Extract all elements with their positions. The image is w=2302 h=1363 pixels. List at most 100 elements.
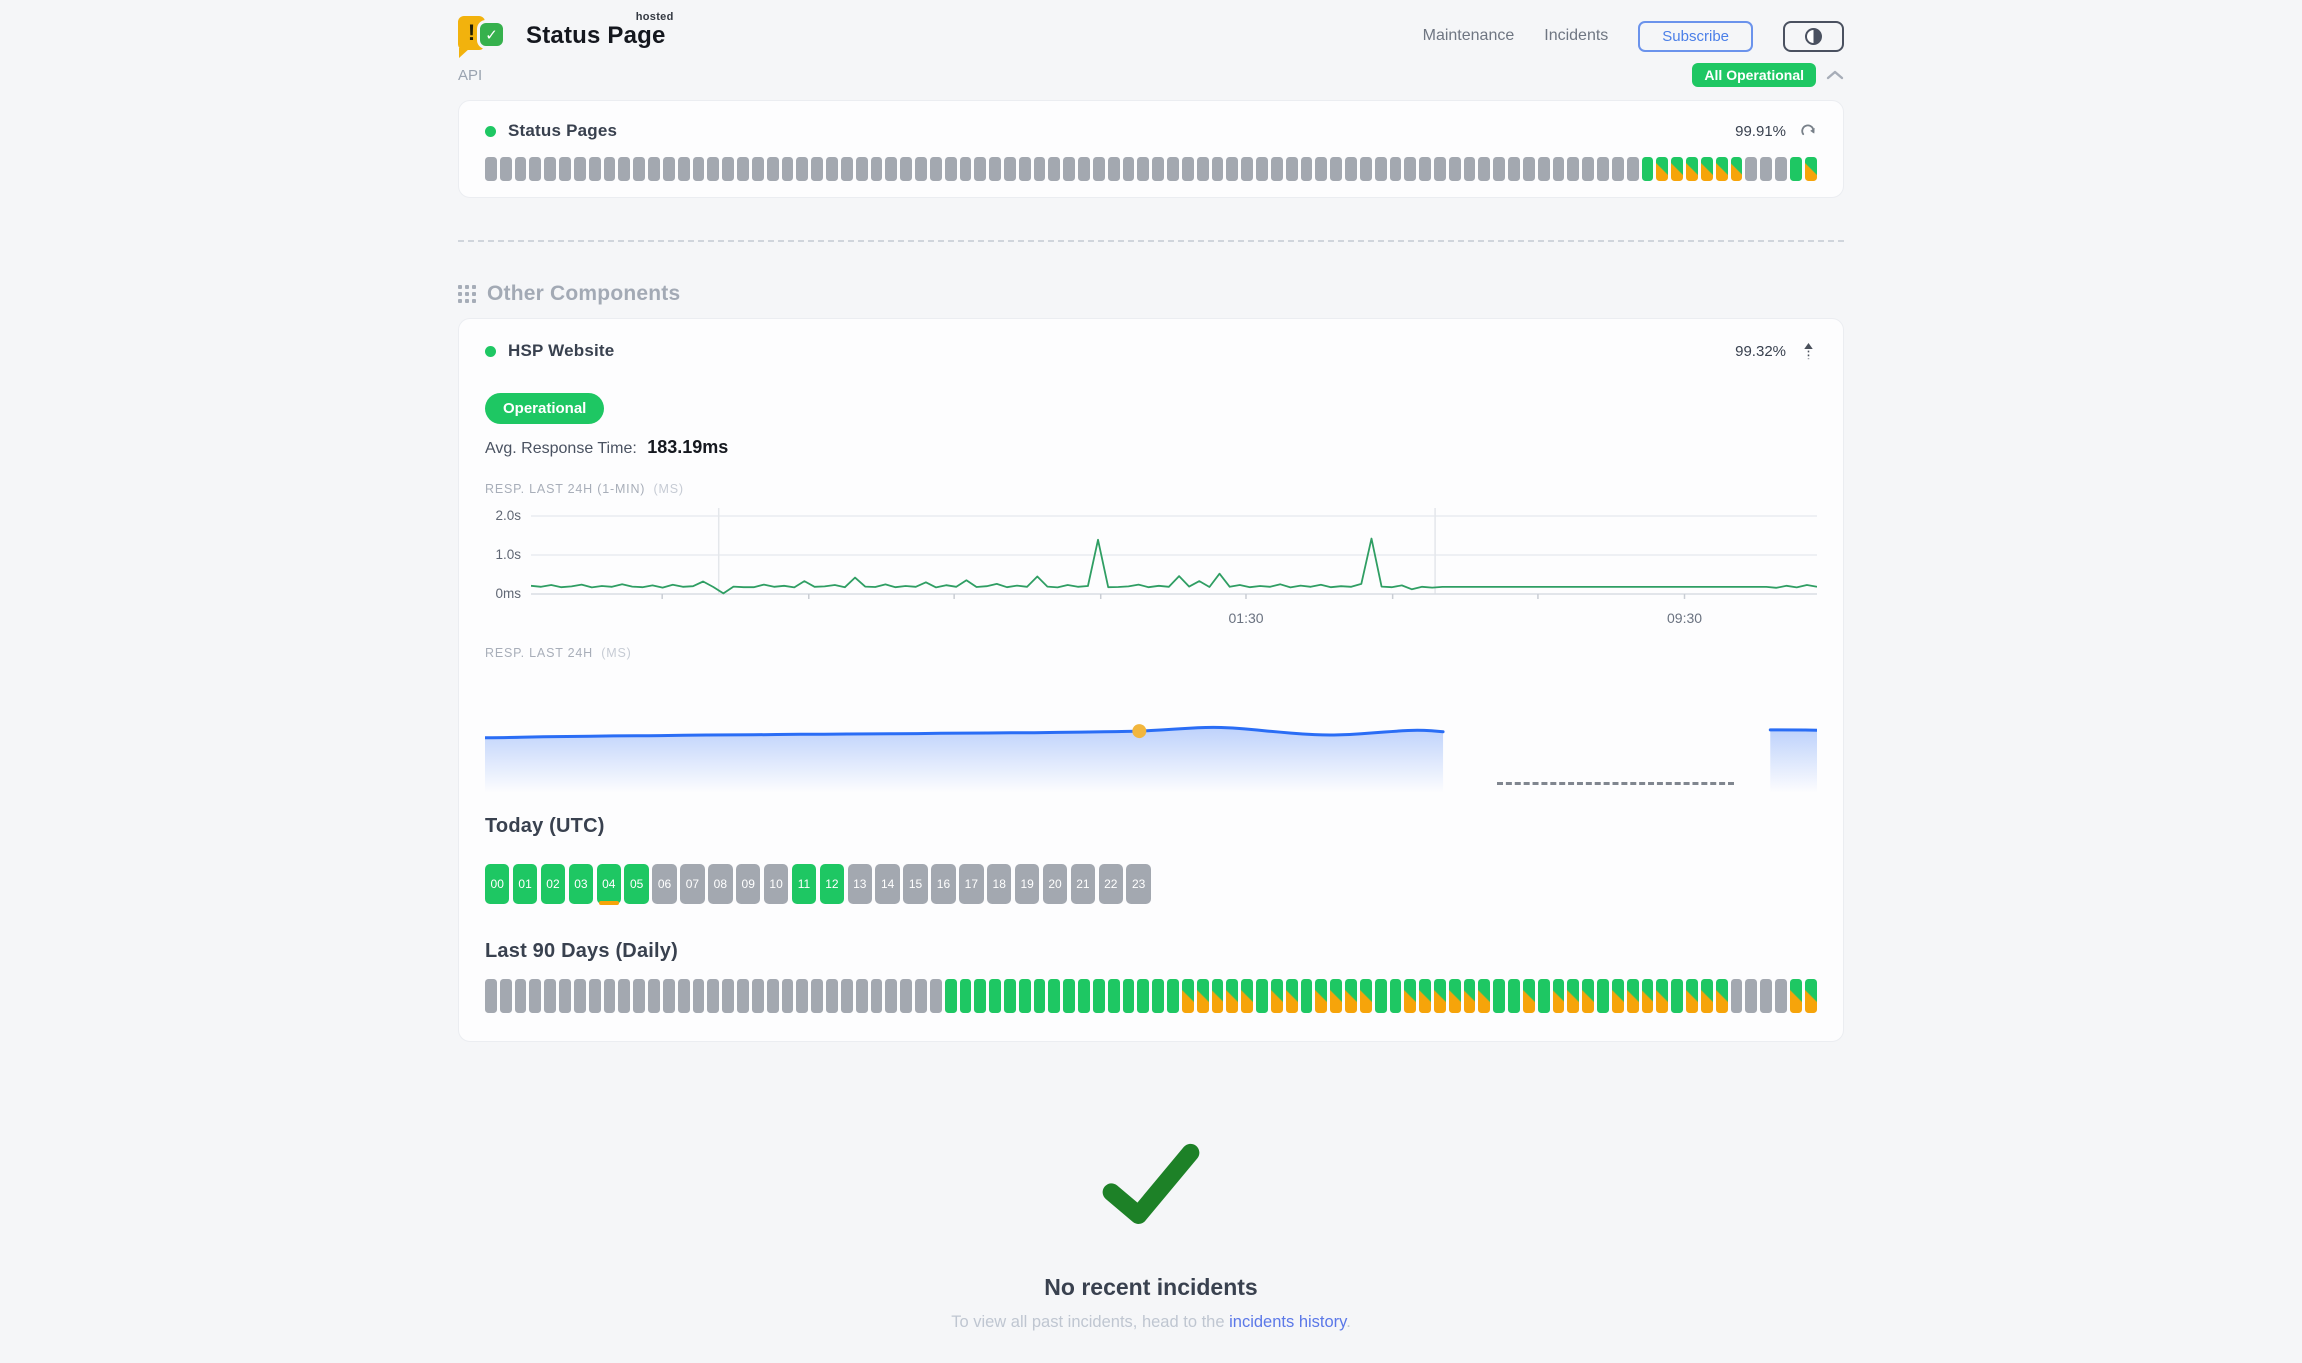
hour-cell-00[interactable]: 00: [485, 864, 509, 904]
uptime-bar-none[interactable]: [989, 157, 1001, 181]
uptime-bar-none[interactable]: [722, 157, 734, 181]
uptime-bar-none[interactable]: [1004, 157, 1016, 181]
uptime-bar-none[interactable]: [1152, 157, 1164, 181]
uptime-bar-degraded[interactable]: [1686, 157, 1698, 181]
uptime-bar-degraded[interactable]: [1642, 979, 1654, 1013]
hour-cell-22[interactable]: 22: [1099, 864, 1123, 904]
hour-cell-12[interactable]: 12: [820, 864, 844, 904]
uptime-bar-none[interactable]: [752, 979, 764, 1013]
uptime-bar-none[interactable]: [1137, 157, 1149, 181]
uptime-bar-none[interactable]: [1612, 157, 1624, 181]
uptime-bar-none[interactable]: [722, 979, 734, 1013]
collapse-arrow-icon[interactable]: [1800, 343, 1817, 360]
uptime-bar-none[interactable]: [1167, 157, 1179, 181]
hour-cell-11[interactable]: 11: [792, 864, 816, 904]
uptime-bar-degraded[interactable]: [1523, 979, 1535, 1013]
uptime-bar-up[interactable]: [1019, 979, 1031, 1013]
uptime-bar-none[interactable]: [811, 157, 823, 181]
uptime-bar-up[interactable]: [1671, 979, 1683, 1013]
uptime-bar-none[interactable]: [1123, 157, 1135, 181]
uptime-bar-degraded[interactable]: [1315, 979, 1327, 1013]
uptime-bar-up[interactable]: [1790, 157, 1802, 181]
uptime-bar-degraded[interactable]: [1345, 979, 1357, 1013]
hour-cell-13[interactable]: 13: [848, 864, 872, 904]
uptime-bar-none[interactable]: [796, 157, 808, 181]
refresh-icon[interactable]: [1800, 123, 1817, 140]
uptime-bar-none[interactable]: [871, 979, 883, 1013]
uptime-bar-none[interactable]: [782, 157, 794, 181]
uptime-bar-none[interactable]: [826, 979, 838, 1013]
uptime-bar-none[interactable]: [796, 979, 808, 1013]
uptime-bar-none[interactable]: [1048, 157, 1060, 181]
uptime-bar-none[interactable]: [737, 979, 749, 1013]
uptime-bar-none[interactable]: [1330, 157, 1342, 181]
uptime-bar-degraded[interactable]: [1478, 979, 1490, 1013]
uptime-bar-none[interactable]: [1582, 157, 1594, 181]
uptime-bar-degraded[interactable]: [1612, 979, 1624, 1013]
uptime-bar-none[interactable]: [529, 157, 541, 181]
uptime-bar-degraded[interactable]: [1731, 157, 1743, 181]
hour-cell-18[interactable]: 18: [987, 864, 1011, 904]
chevron-up-icon[interactable]: [1826, 69, 1844, 81]
uptime-bar-none[interactable]: [618, 157, 630, 181]
uptime-bar-degraded[interactable]: [1716, 979, 1728, 1013]
hour-cell-21[interactable]: 21: [1071, 864, 1095, 904]
uptime-bar-degraded[interactable]: [1271, 979, 1283, 1013]
uptime-bar-degraded[interactable]: [1197, 979, 1209, 1013]
uptime-bar-degraded[interactable]: [1805, 157, 1817, 181]
uptime-bar-up[interactable]: [1642, 157, 1654, 181]
uptime-bar-none[interactable]: [1093, 157, 1105, 181]
uptime-bar-degraded[interactable]: [1656, 979, 1668, 1013]
uptime-bar-none[interactable]: [574, 157, 586, 181]
uptime-bar-none[interactable]: [1464, 157, 1476, 181]
uptime-bar-none[interactable]: [1078, 157, 1090, 181]
uptime-bar-none[interactable]: [871, 157, 883, 181]
uptime-bar-none[interactable]: [678, 979, 690, 1013]
uptime-bar-up[interactable]: [1493, 979, 1505, 1013]
uptime-bar-up[interactable]: [960, 979, 972, 1013]
uptime-bar-up[interactable]: [1167, 979, 1179, 1013]
uptime-bar-none[interactable]: [945, 157, 957, 181]
uptime-bar-none[interactable]: [485, 979, 497, 1013]
uptime-bar-none[interactable]: [589, 979, 601, 1013]
uptime-bar-none[interactable]: [885, 157, 897, 181]
uptime-bar-degraded[interactable]: [1701, 157, 1713, 181]
uptime-bar-degraded[interactable]: [1464, 979, 1476, 1013]
hour-cell-20[interactable]: 20: [1043, 864, 1067, 904]
resp-24h-chart[interactable]: [485, 668, 1817, 793]
theme-toggle-button[interactable]: [1783, 21, 1844, 52]
uptime-bar-up[interactable]: [1390, 979, 1402, 1013]
uptime-bar-none[interactable]: [1286, 157, 1298, 181]
uptime-bar-none[interactable]: [1226, 157, 1238, 181]
hour-cell-09[interactable]: 09: [736, 864, 760, 904]
uptime-bar-none[interactable]: [515, 157, 527, 181]
uptime-bar-degraded[interactable]: [1182, 979, 1194, 1013]
uptime-bar-none[interactable]: [1182, 157, 1194, 181]
uptime-bar-none[interactable]: [1108, 157, 1120, 181]
uptime-bar-none[interactable]: [1775, 157, 1787, 181]
hour-cell-03[interactable]: 03: [569, 864, 593, 904]
uptime-bar-none[interactable]: [1019, 157, 1031, 181]
uptime-bar-up[interactable]: [1123, 979, 1135, 1013]
uptime-bar-none[interactable]: [1567, 157, 1579, 181]
uptime-bar-up[interactable]: [1063, 979, 1075, 1013]
uptime-bar-up[interactable]: [974, 979, 986, 1013]
uptime-bar-none[interactable]: [1478, 157, 1490, 181]
uptime-bar-degraded[interactable]: [1790, 979, 1802, 1013]
hour-cell-23[interactable]: 23: [1126, 864, 1150, 904]
uptime-bar-degraded[interactable]: [1656, 157, 1668, 181]
hour-cell-04[interactable]: 04: [597, 864, 621, 904]
uptime-bar-none[interactable]: [707, 979, 719, 1013]
uptime-bar-none[interactable]: [1627, 157, 1639, 181]
uptime-bar-degraded[interactable]: [1701, 979, 1713, 1013]
uptime-bar-degraded[interactable]: [1404, 979, 1416, 1013]
uptime-bar-none[interactable]: [1360, 157, 1372, 181]
uptime-bar-degraded[interactable]: [1434, 979, 1446, 1013]
uptime-bar-none[interactable]: [1212, 157, 1224, 181]
uptime-bar-none[interactable]: [1553, 157, 1565, 181]
uptime-bar-none[interactable]: [515, 979, 527, 1013]
hour-cell-14[interactable]: 14: [875, 864, 899, 904]
uptime-bar-degraded[interactable]: [1567, 979, 1579, 1013]
uptime-bar-up[interactable]: [1034, 979, 1046, 1013]
uptime-bar-degraded[interactable]: [1582, 979, 1594, 1013]
